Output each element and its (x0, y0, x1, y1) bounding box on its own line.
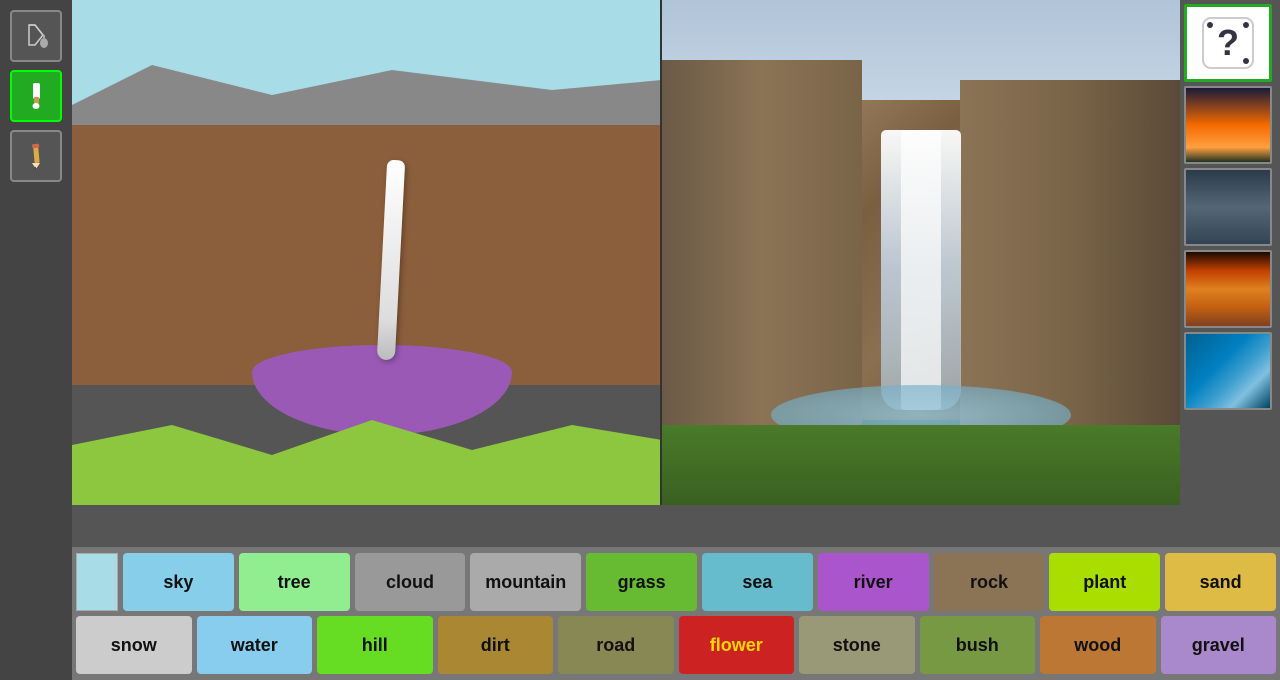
label-wood-button[interactable]: wood (1040, 616, 1156, 674)
labels-row1: skytreecloudmountaingrassseariverrockpla… (76, 553, 1276, 611)
label-bush-button[interactable]: bush (920, 616, 1036, 674)
thumbnail-sidebar: ? (1180, 0, 1280, 547)
brush-tool[interactable] (10, 70, 62, 122)
label-sky-button[interactable]: sky (123, 553, 234, 611)
label-dirt-button[interactable]: dirt (438, 616, 554, 674)
ref-grass-bottom (662, 425, 1180, 505)
main-content: ? skytreec (72, 0, 1280, 680)
thumbnail-clouds[interactable] (1184, 168, 1272, 246)
drawing-canvas[interactable] (72, 0, 662, 505)
label-flower-button[interactable]: flower (679, 616, 795, 674)
ref-waterfall (881, 130, 961, 410)
label-water-button[interactable]: water (197, 616, 313, 674)
label-cloud-button[interactable]: cloud (355, 553, 466, 611)
thumbnail-dice[interactable]: ? (1184, 4, 1272, 82)
label-gravel-button[interactable]: gravel (1161, 616, 1277, 674)
pencil-tool[interactable] (10, 130, 62, 182)
label-sand-button[interactable]: sand (1165, 553, 1276, 611)
labels-row2: snowwaterhilldirtroadflowerstonebushwood… (76, 616, 1276, 674)
label-road-button[interactable]: road (558, 616, 674, 674)
paint-bucket-tool[interactable] (10, 10, 62, 62)
canvases-row: ? (72, 0, 1280, 547)
toolbar (0, 0, 72, 680)
labels-area: skytreecloudmountaingrassseariverrockpla… (72, 547, 1280, 680)
label-snow-button[interactable]: snow (76, 616, 192, 674)
label-grass-button[interactable]: grass (586, 553, 697, 611)
label-river-button[interactable]: river (818, 553, 929, 611)
svg-text:?: ? (1217, 22, 1239, 63)
ref-cliff-right (960, 80, 1180, 440)
thumbnail-sunset[interactable] (1184, 86, 1272, 164)
label-rock-button[interactable]: rock (934, 553, 1045, 611)
thumbnail-wave[interactable] (1184, 332, 1272, 410)
label-tree-button[interactable]: tree (239, 553, 350, 611)
ref-cliff-left (662, 60, 862, 440)
label-hill-button[interactable]: hill (317, 616, 433, 674)
label-mountain-button[interactable]: mountain (470, 553, 581, 611)
color-swatch[interactable] (76, 553, 118, 611)
reference-photo (662, 0, 1180, 505)
label-plant-button[interactable]: plant (1049, 553, 1160, 611)
label-sea-button[interactable]: sea (702, 553, 813, 611)
thumbnail-desert[interactable] (1184, 250, 1272, 328)
label-stone-button[interactable]: stone (799, 616, 915, 674)
